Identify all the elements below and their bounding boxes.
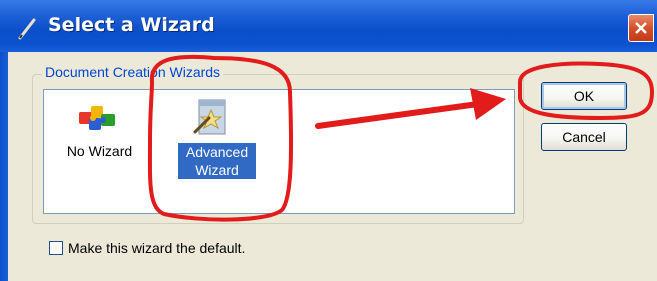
cancel-button[interactable]: Cancel xyxy=(541,123,627,151)
default-wizard-checkbox[interactable] xyxy=(49,241,63,255)
window-title: Select a Wizard xyxy=(48,14,215,36)
puzzle-pieces-icon[interactable] xyxy=(77,102,117,134)
window-frame-left xyxy=(0,52,8,281)
ok-button[interactable]: OK xyxy=(541,82,627,110)
close-icon xyxy=(635,22,647,34)
select-wizard-dialog: Select a Wizard Document Creation Wizard… xyxy=(0,0,657,281)
groupbox-label: Document Creation Wizards xyxy=(42,64,224,80)
pencil-icon xyxy=(18,18,36,40)
magic-wand-document-icon[interactable] xyxy=(191,98,231,136)
title-bar[interactable]: Select a Wizard xyxy=(0,0,657,52)
default-wizard-checkbox-label[interactable]: Make this wizard the default. xyxy=(68,240,245,256)
wizard-item-label-advanced-wizard[interactable]: Advanced Wizard xyxy=(178,143,256,179)
wizard-list[interactable]: No Wizard Advanced Wizard xyxy=(43,89,515,214)
close-button[interactable] xyxy=(628,14,654,42)
wizard-item-label-no-wizard[interactable]: No Wizard xyxy=(62,142,137,160)
dialog-body: Document Creation Wizards No Wizard Adva… xyxy=(8,52,657,281)
